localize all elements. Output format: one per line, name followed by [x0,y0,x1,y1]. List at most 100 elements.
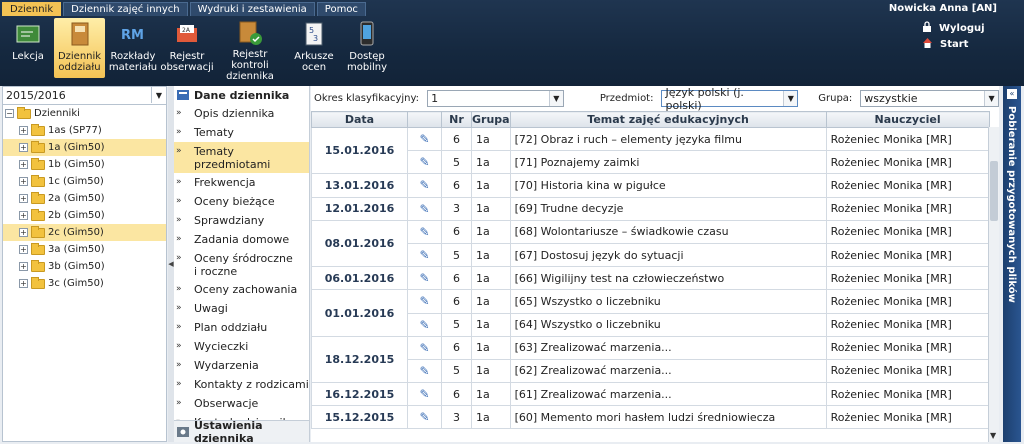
col-group[interactable]: Grupa [471,111,511,128]
table-row[interactable]: 08.01.2016 ✎ 6 1a [68] Wolontariusze – ś… [311,219,990,268]
edit-pencil-icon[interactable]: ✎ [407,266,442,291]
table-row[interactable]: 06.01.2016 ✎ 6 1a [66] Wigilijny test na… [311,266,990,291]
nav-item-wydarzenia[interactable]: » Wydarzenia [174,356,309,375]
edit-pencil-icon[interactable]: ✎ [407,196,442,221]
menu-tabs: Dziennik Dziennik zajęć innych Wydruki i… [2,2,366,16]
edit-pencil-icon[interactable]: ✎ [407,382,442,407]
nav-item-oceny-zachowania[interactable]: » Oceny zachowania [174,280,309,299]
edit-pencil-icon[interactable]: ✎ [407,312,442,337]
table-row[interactable]: 16.12.2015 ✎ 6 1a [61] Zrealizować marze… [311,382,990,407]
table-row[interactable]: ✎ 5 1a [67] Dostosuj język do sytuacji R… [312,242,990,268]
period-select[interactable]: 1 ▼ [427,90,564,107]
tree-item[interactable]: + 3b (Gim50) [3,258,166,275]
scroll-down-arrow-icon[interactable]: ▼ [990,431,996,440]
nav-item-frekwencja[interactable]: » Frekwencja [174,173,309,192]
table-row[interactable]: 01.01.2016 ✎ 6 1a [65] Wszystko o liczeb… [311,289,990,337]
expand-icon[interactable]: + [19,262,28,271]
book-icon [176,89,190,101]
expand-icon[interactable]: + [19,126,28,135]
nav-item-plan-oddzialu[interactable]: » Plan oddziału [174,318,309,337]
table-row[interactable]: 15.12.2015 ✎ 3 1a [60] Memento mori hasł… [311,405,990,430]
expand-icon[interactable]: + [19,160,28,169]
date-cell: 06.01.2016 [311,266,408,291]
home-icon [922,37,933,51]
expand-icon[interactable]: + [19,211,28,220]
toolbar-arkusze-ocen-button[interactable]: 53 Arkusze ocen [287,18,341,78]
edit-pencil-icon[interactable]: ✎ [407,335,442,360]
toolbar-rejestr-obserwacji-button[interactable]: 2A Rejestr obserwacji [160,18,214,78]
tree-root[interactable]: − Dzienniki [3,105,166,122]
edit-pencil-icon[interactable]: ✎ [407,173,442,198]
nav-item-sprawdziany[interactable]: » Sprawdziany [174,211,309,230]
col-date[interactable]: Data [311,111,408,128]
nav-settings[interactable]: Ustawienia dziennika [174,419,309,444]
nav-item-oceny-srodroczne[interactable]: » Oceny śródroczne i roczne [174,249,309,280]
tree-item[interactable]: + 1as (SP77) [3,122,166,139]
nav-item-tematy-przedmiotami[interactable]: » Tematy przedmiotami [174,142,309,173]
edit-pencil-icon[interactable]: ✎ [407,358,442,384]
table-row[interactable]: 18.12.2015 ✎ 6 1a [63] Zrealizować marze… [311,335,990,384]
collapse-icon[interactable]: − [5,109,14,118]
edit-pencil-icon[interactable]: ✎ [407,289,442,314]
expand-icon[interactable]: + [19,143,28,152]
logout-button[interactable]: Wyloguj [922,20,985,36]
menu-tab-dziennik-zajec-innych[interactable]: Dziennik zajęć innych [63,2,188,16]
toolbar-rozklady-button[interactable]: RM Rozkłady materiału [105,18,161,78]
tree-item[interactable]: + 2a (Gim50) [3,190,166,207]
table-row[interactable]: 15.01.2016 ✎ 6 1a [72] Obraz i ruch – el… [311,126,990,175]
col-teacher[interactable]: Nauczyciel [825,111,990,128]
school-year-select[interactable]: 2015/2016 ▼ [3,87,166,105]
nav-item-wycieczki[interactable]: » Wycieczki [174,337,309,356]
expand-icon[interactable]: + [19,279,28,288]
nav-item-tematy[interactable]: » Tematy [174,123,309,142]
tree-item-selected[interactable]: + 1a (Gim50) [3,139,166,156]
tree-item-highlighted[interactable]: + 2c (Gim50) [3,224,166,241]
col-topic[interactable]: Temat zajęć edukacyjnych [509,111,827,128]
subject-select[interactable]: Język polski (j. polski) ▼ [661,86,799,112]
start-button[interactable]: Start [922,36,985,52]
col-nr[interactable]: Nr [441,111,472,128]
nav-item-opis[interactable]: » Opis dziennika [174,104,309,123]
topic-cell: [66] Wigilijny test na człowieczeństwo [509,266,827,291]
menu-tab-wydruki[interactable]: Wydruki i zestawienia [189,2,315,16]
toolbar-dziennik-oddzialu-button[interactable]: Dziennik oddziału [54,18,105,78]
toolbar-rejestr-kontroli-button[interactable]: Rejestr kontroli dziennika [213,18,287,82]
nav-item-uwagi[interactable]: » Uwagi [174,299,309,318]
tree-item[interactable]: + 1c (Gim50) [3,173,166,190]
vertical-scrollbar[interactable]: ▼ [988,127,999,442]
nav-item-zadania-domowe[interactable]: » Zadania domowe [174,230,309,249]
menu-tab-pomoc[interactable]: Pomoc [316,2,366,16]
table-row[interactable]: ✎ 5 1a [71] Poznajemy zaimki Rożeniec Mo… [312,150,990,175]
nav-item-oceny-biezace[interactable]: » Oceny bieżące [174,192,309,211]
expand-icon[interactable]: + [19,194,28,203]
downloads-side-panel[interactable]: « Pobieranie przygotowanych plików [1003,86,1021,442]
table-row[interactable]: ✎ 5 1a [64] Wszystko o liczebniku Rożeni… [312,312,990,337]
scrollbar-thumb[interactable] [990,161,998,221]
table-row[interactable]: 12.01.2016 ✎ 3 1a [69] Trudne decyzje Ro… [311,196,990,221]
edit-pencil-icon[interactable]: ✎ [407,405,442,430]
expand-icon[interactable]: + [19,177,28,186]
date-cell: 18.12.2015 [311,335,408,384]
edit-pencil-icon[interactable]: ✎ [407,219,442,244]
tree-item[interactable]: + 3c (Gim50) [3,275,166,292]
double-chevron-right-icon: » [176,177,182,187]
edit-pencil-icon[interactable]: ✎ [407,150,442,175]
table-row[interactable]: ✎ 5 1a [62] Zrealizować marzenia... Roże… [312,358,990,384]
nr-cell: 6 [441,382,472,407]
tree-item[interactable]: + 3a (Gim50) [3,241,166,258]
edit-pencil-icon[interactable]: ✎ [407,126,442,152]
expand-icon[interactable]: + [19,245,28,254]
group-select[interactable]: wszystkie ▼ [860,90,1000,107]
nav-item-obserwacje[interactable]: » Obserwacje [174,394,309,413]
nav-header[interactable]: Dane dziennika [174,86,309,104]
nav-item-kontakty[interactable]: » Kontakty z rodzicami [174,375,309,394]
edit-pencil-icon[interactable]: ✎ [407,242,442,268]
toolbar-lekcja-button[interactable]: Lekcja [2,18,54,78]
menu-tab-dziennik[interactable]: Dziennik [2,2,62,16]
table-row[interactable]: 13.01.2016 ✎ 6 1a [70] Historia kina w p… [311,173,990,198]
tree-item[interactable]: + 1b (Gim50) [3,156,166,173]
tree-item[interactable]: + 2b (Gim50) [3,207,166,224]
double-chevron-left-icon[interactable]: « [1007,89,1017,99]
expand-icon[interactable]: + [19,228,28,237]
toolbar-dostep-mobilny-button[interactable]: Dostęp mobilny [341,18,393,78]
